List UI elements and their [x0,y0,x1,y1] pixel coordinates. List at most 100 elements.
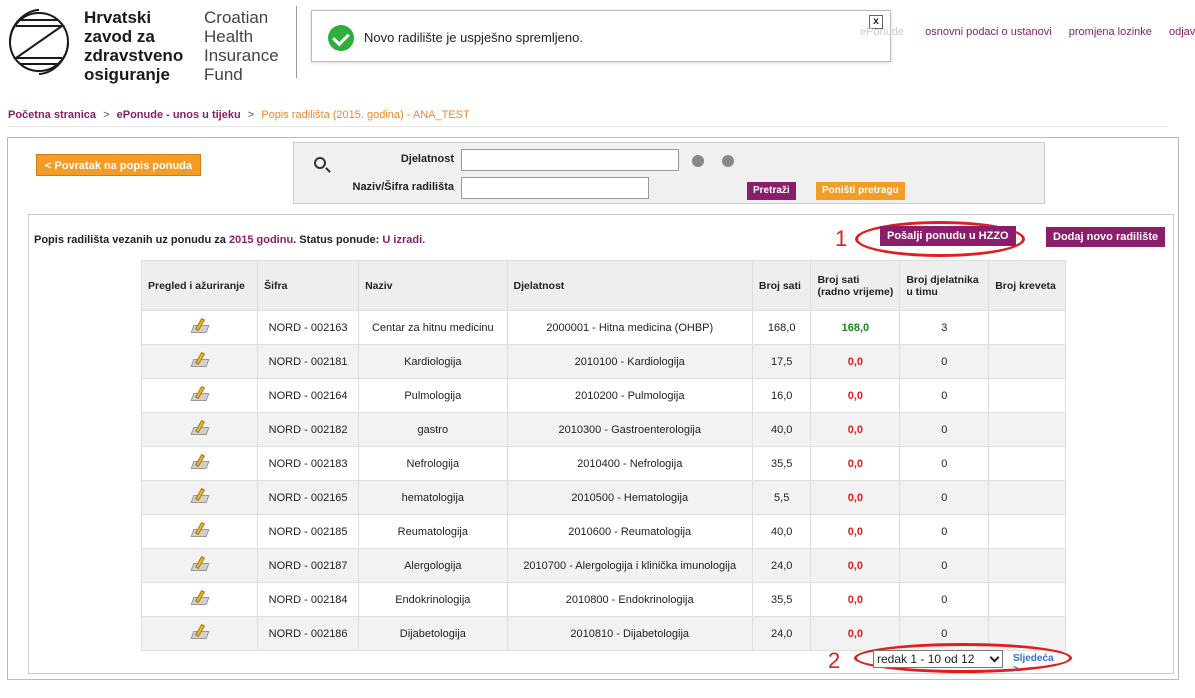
nav-change-password-link[interactable]: promjena lozinke [1069,26,1152,38]
table-row: NORD - 002163 Centar za hitnu medicinu 200… [140,310,1066,345]
hours-cell: 40,0 [751,514,812,549]
beds-cell [988,480,1066,515]
col-header: Djelatnost [506,260,753,311]
logo-en-line: Croatian [204,8,269,27]
page-header: Hrvatski zavod za zdravstveno osiguranje… [0,0,1195,90]
edit-icon[interactable] [190,623,210,641]
hours-cell: 40,0 [751,412,812,447]
beds-cell [988,548,1066,583]
breadcrumb-offers[interactable]: ePonude - unos u tijeku [117,109,241,121]
rows-range-select[interactable]: redak 1 - 10 od 12 [873,650,1003,668]
work-hours-cell: 0,0 [810,480,901,515]
logo-text-en: Croatian Health Insurance Fund [204,8,279,84]
work-hours-cell: 0,0 [810,548,901,583]
name-cell: hematologija [358,480,508,515]
reset-search-button[interactable]: Poništi pretragu [816,182,905,200]
edit-icon[interactable] [190,521,210,539]
staff-count-cell: 0 [899,514,990,549]
col-header: Broj kreveta [988,260,1066,311]
code-cell: NORD - 002182 [257,412,360,447]
edit-icon[interactable] [190,317,210,335]
edit-cell [140,616,259,651]
code-cell: NORD - 002181 [257,344,360,379]
breadcrumb-current: Popis radilišta (2015. godina) - ANA_TES… [261,109,470,121]
edit-cell [140,310,259,345]
table-row: NORD - 002185 Reumatologija 2010600 - Reum… [140,514,1066,549]
work-hours-cell: 0,0 [810,582,901,617]
edit-icon[interactable] [190,385,210,403]
code-cell: NORD - 002184 [257,582,360,617]
code-cell: NORD - 002187 [257,548,360,583]
hours-cell: 24,0 [751,548,812,583]
toast-message: Novo radilište je uspješno spremljeno. [364,30,583,45]
hzzo-logo-icon [9,9,69,75]
nav-institution-link[interactable]: osnovni podaci o ustanovi [925,26,1052,38]
edit-icon[interactable] [190,453,210,471]
activity-input[interactable] [461,149,679,171]
select-activity-icon[interactable] [722,155,734,167]
activity-cell: 2010100 - Kardiologija [506,344,753,379]
name-cell: Centar za hitnu medicinu [358,310,508,345]
logo-text-hr: Hrvatski zavod za zdravstveno osiguranje [84,8,183,84]
col-header: Naziv [358,260,508,311]
work-hours-cell: 0,0 [810,344,901,379]
back-to-offers-button[interactable]: < Povratak na popis ponuda [36,154,202,176]
edit-icon[interactable] [190,419,210,437]
breadcrumb-home[interactable]: Početna stranica [8,109,96,121]
logo-divider [296,6,297,78]
nav-eponude-link[interactable]: ePonude [860,26,904,38]
table-row: NORD - 002182 gastro 2010300 - Gastroenter… [140,412,1066,447]
edit-icon[interactable] [190,555,210,573]
name-cell: Endokrinologija [358,582,508,617]
activity-label: Djelatnost [400,153,454,165]
logo-hr-line: zavod za [84,27,155,46]
staff-count-cell: 0 [899,344,990,379]
worksite-list-panel: Popis radilišta vezanih uz ponudu za 201… [28,214,1174,674]
hours-cell: 17,5 [751,344,812,379]
logo-hr-line: Hrvatski [84,8,152,27]
staff-count-cell: 0 [899,582,990,617]
staff-count-cell: 0 [899,480,990,515]
code-cell: NORD - 002183 [257,446,360,481]
breadcrumb-divider [8,126,1168,127]
beds-cell [988,446,1066,481]
send-offer-button[interactable]: Pošalji ponudu u HZZO [880,226,1016,246]
name-code-label: Naziv/Šifra radilišta [352,181,455,193]
list-status: U izradi. [382,234,426,246]
staff-count-cell: 0 [899,446,990,481]
edit-icon[interactable] [190,589,210,607]
activity-cell: 2000001 - Hitna medicina (OHBP) [506,310,753,345]
next-page-link[interactable]: Sljedeća > [1013,653,1054,675]
beds-cell [988,514,1066,549]
work-hours-cell: 168,0 [810,310,901,345]
table-row: NORD - 002184 Endokrinologija 2010800 - En… [140,582,1066,617]
edit-icon[interactable] [190,487,210,505]
activity-cell: 2010810 - Dijabetologija [506,616,753,651]
search-icon [314,157,326,169]
nav-logout-link[interactable]: odjava [1169,26,1195,38]
code-cell: NORD - 002185 [257,514,360,549]
beds-cell [988,310,1066,345]
beds-cell [988,582,1066,617]
edit-cell [140,344,259,379]
list-title-year: 2015 godinu [228,234,294,246]
add-worksite-button[interactable]: Dodaj novo radilište [1046,227,1166,247]
success-toast: Novo radilište je uspješno spremljeno. x [311,10,891,62]
edit-cell [140,514,259,549]
beds-cell [988,412,1066,447]
activity-cell: 2010300 - Gastroenterologija [506,412,753,447]
activity-cell: 2010600 - Reumatologija [506,514,753,549]
check-circle-icon [328,25,354,51]
work-hours-cell: 0,0 [810,616,901,651]
worksite-table: Pregled i ažuriranje Šifra Naziv Djelatn… [140,260,1066,651]
search-button[interactable]: Pretraži [747,182,796,200]
annotation-number-2: 2 [828,648,841,673]
activity-cell: 2010400 - Nefrologija [506,446,753,481]
name-code-input[interactable] [461,177,649,199]
edit-icon[interactable] [190,351,210,369]
clear-activity-icon[interactable] [692,155,704,167]
logo-hr-line: zdravstveno [84,46,184,65]
code-cell: NORD - 002164 [257,378,360,413]
hours-cell: 35,5 [751,446,812,481]
logo-hr-line: osiguranje [84,65,170,84]
